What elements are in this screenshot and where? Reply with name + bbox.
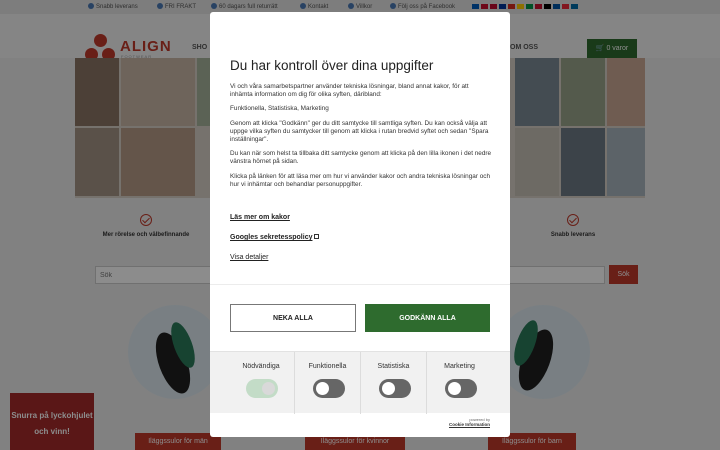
consent-paragraph-3: Klicka på länken för att läsa mer om hur… [230,172,491,188]
show-details-link[interactable]: Visa detaljer [230,254,268,261]
toggle-functional: Funktionella [294,352,360,414]
consent-paragraph-1: Genom att klicka "Godkänn" ger du ditt s… [230,119,489,144]
toggle-marketing: Marketing [426,352,492,414]
accept-all-button[interactable]: GODKÄNN ALLA [365,304,490,332]
toggle-necessary: Nödvändiga [228,352,294,414]
statistics-switch[interactable] [379,379,411,398]
divider [210,284,510,285]
necessary-switch [246,379,278,398]
marketing-switch[interactable] [445,379,477,398]
read-more-cookies-link[interactable]: Läs mer om kakor [230,214,290,221]
google-privacy-link[interactable]: Googles sekretesspolicy [230,234,320,241]
consent-purposes: Funktionella, Statistiska, Marketing [230,105,329,113]
consent-toggle-bar: Nödvändiga Funktionella Statistiska Mark… [210,351,510,414]
cookie-consent-dialog: Du har kontroll över dina uppgifter Vi o… [210,12,510,437]
powered-by[interactable]: powered by Cookie Information [449,417,490,427]
consent-paragraph-2: Du kan när som helst ta tillbaka ditt sa… [230,150,492,166]
functional-switch[interactable] [313,379,345,398]
consent-body: Vi och våra samarbetspartner använder te… [230,83,492,195]
external-link-icon [314,234,320,239]
consent-intro: Vi och våra samarbetspartner använder te… [230,83,469,99]
deny-all-button[interactable]: NEKA ALLA [230,304,356,332]
consent-title: Du har kontroll över dina uppgifter [230,58,434,73]
toggle-statistics: Statistiska [360,352,426,414]
